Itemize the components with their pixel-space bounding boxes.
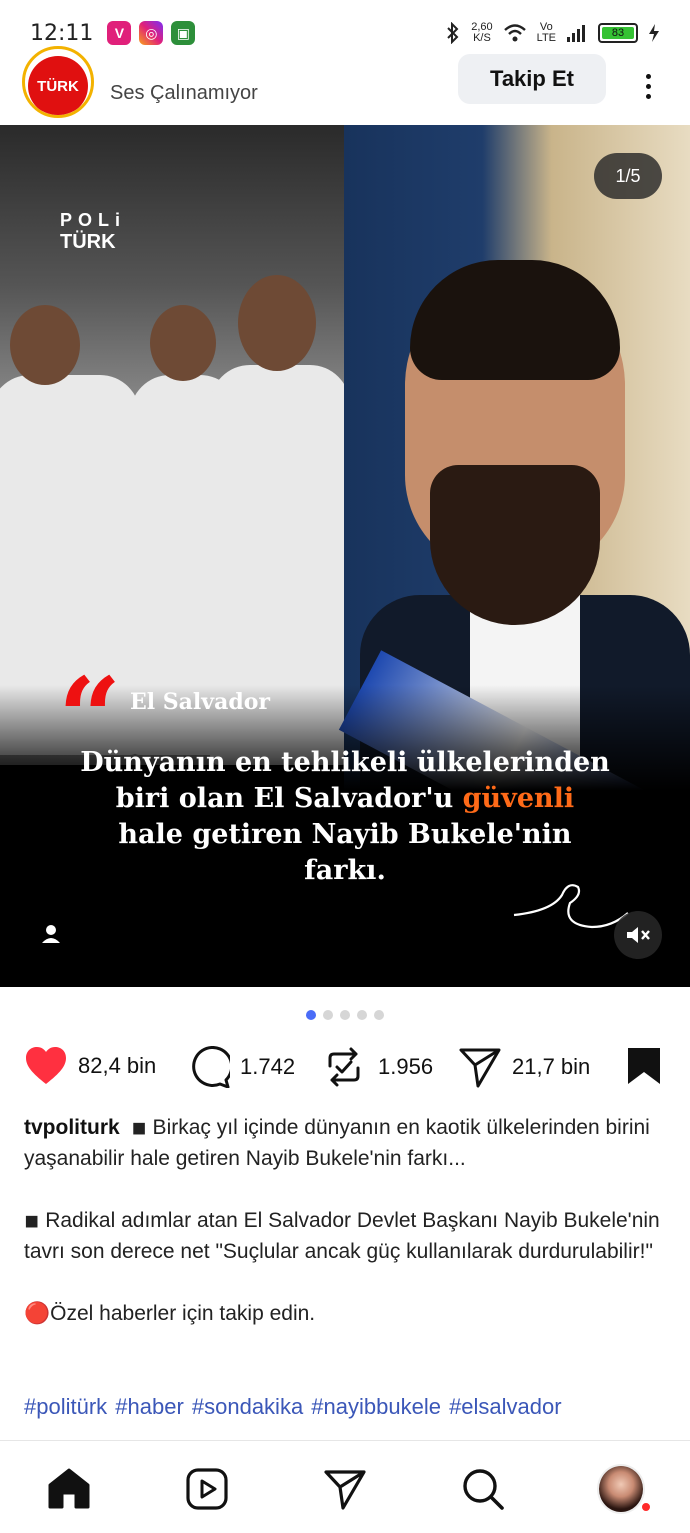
post-media[interactable]: POLi TÜRK 1/5 “ El Salvador Dünyanın en … [0, 125, 690, 987]
figure-head [10, 305, 80, 385]
caption-paragraph: 🔴Özel haberler için takip edin. [24, 1298, 674, 1329]
nav-send[interactable] [321, 1465, 369, 1513]
bluetooth-icon [447, 22, 459, 44]
figure-head [238, 275, 316, 371]
net-speed: 2,60 K/S [471, 22, 492, 44]
viva-app-icon: V [107, 21, 132, 45]
brand-line1: POLi [60, 210, 127, 230]
wifi-icon [503, 24, 526, 42]
battery-indicator: 83 [598, 23, 638, 43]
nav-profile[interactable] [597, 1464, 645, 1514]
caption-line: hale getiren Nayib Bukele'nin [118, 819, 572, 850]
caption-highlight: güvenli [462, 783, 575, 814]
post-actions: 82,4 bin 1.742 1.956 21,7 bin [0, 1040, 690, 1100]
heart-icon[interactable] [24, 1046, 68, 1086]
brand-line2: TÜRK [60, 231, 116, 253]
brand-watermark: POLi TÜRK [60, 209, 126, 253]
post-username[interactable]: tvpoliturk [24, 1116, 120, 1139]
share-action[interactable]: 21,7 bin [458, 1046, 590, 1088]
caption-text-2: ◾ Radikal adımlar atan El Salvador Devle… [24, 1209, 660, 1263]
media-caption: Dünyanın en tehlikeli ülkelerinden biri … [40, 745, 650, 889]
comment-icon[interactable] [186, 1046, 230, 1088]
caption-text: biri olan El Salvador'u [115, 783, 463, 814]
status-app-icons: V ◎ ▣ [107, 21, 196, 45]
home-icon[interactable] [46, 1467, 92, 1511]
shares-count[interactable]: 21,7 bin [512, 1054, 590, 1080]
repost-action[interactable]: 1.956 [324, 1046, 433, 1088]
account-avatar[interactable]: TÜRK [22, 46, 94, 118]
caption-paragraph: tvpoliturk ◾ Birkaç yıl içinde dünyanın … [24, 1112, 674, 1174]
notification-dot [640, 1501, 652, 1513]
repost-icon[interactable] [324, 1046, 364, 1088]
volte-indicator: Vo LTE [537, 22, 556, 44]
search-icon[interactable] [461, 1467, 505, 1511]
account-logo-text: TÜRK [28, 56, 88, 115]
bookmark-icon[interactable] [626, 1046, 662, 1086]
post-header: TÜRK Ses Çalınamıyor Takip Et [0, 46, 690, 124]
figure-head [150, 305, 216, 381]
more-options-icon[interactable] [630, 68, 666, 104]
like-action[interactable]: 82,4 bin [24, 1046, 156, 1086]
speaker-muted-icon [627, 927, 650, 943]
bottom-nav [0, 1440, 690, 1533]
comment-action[interactable]: 1.742 [186, 1046, 295, 1088]
carousel-dot [374, 1010, 384, 1020]
caption-label: El Salvador [130, 689, 270, 715]
status-right: 2,60 K/S Vo LTE 83 [445, 22, 660, 44]
caption-text-3: 🔴Özel haberler için takip edin. [24, 1302, 316, 1325]
volte-bottom: LTE [536, 32, 556, 44]
mute-button[interactable] [614, 911, 662, 959]
net-speed-unit: K/S [473, 32, 491, 44]
profile-avatar[interactable] [597, 1464, 645, 1514]
post-caption: tvpoliturk ◾ Birkaç yıl içinde dünyanın … [24, 1112, 674, 1360]
carousel-dots [0, 1010, 690, 1020]
battery-level: 83 [602, 27, 634, 39]
audio-status[interactable]: Ses Çalınamıyor [110, 82, 258, 105]
slide-counter: 1/5 [594, 153, 662, 199]
send-icon[interactable] [458, 1046, 502, 1088]
follow-button[interactable]: Takip Et [458, 54, 606, 104]
hashtags[interactable]: #politürk #haber #sondakika #nayibbukele… [24, 1394, 562, 1420]
nav-reels[interactable] [183, 1465, 231, 1513]
instagram-app-icon: ◎ [139, 21, 164, 45]
carousel-dot [357, 1010, 367, 1020]
carousel-dot [306, 1010, 316, 1020]
send-icon[interactable] [323, 1468, 367, 1510]
signal-icon [567, 25, 585, 42]
game-app-icon: ▣ [171, 21, 196, 45]
carousel-dot [323, 1010, 333, 1020]
nav-search[interactable] [459, 1465, 507, 1513]
charging-icon [649, 24, 659, 42]
comments-count[interactable]: 1.742 [240, 1054, 295, 1080]
caption-paragraph: ◾ Radikal adımlar atan El Salvador Devle… [24, 1205, 674, 1267]
media-left-photo [0, 125, 350, 765]
signature-mark [513, 884, 629, 929]
user-tag-icon[interactable] [38, 921, 64, 947]
reposts-count[interactable]: 1.956 [378, 1054, 433, 1080]
caption-line: biri olan El Salvador'u güvenli [40, 781, 650, 817]
reels-icon[interactable] [185, 1467, 229, 1511]
likes-count[interactable]: 82,4 bin [78, 1053, 156, 1079]
carousel-dot [340, 1010, 350, 1020]
status-time: 12:11 [30, 20, 94, 46]
caption-line: Dünyanın en tehlikeli ülkelerinden [80, 747, 610, 778]
nav-home[interactable] [45, 1465, 93, 1513]
